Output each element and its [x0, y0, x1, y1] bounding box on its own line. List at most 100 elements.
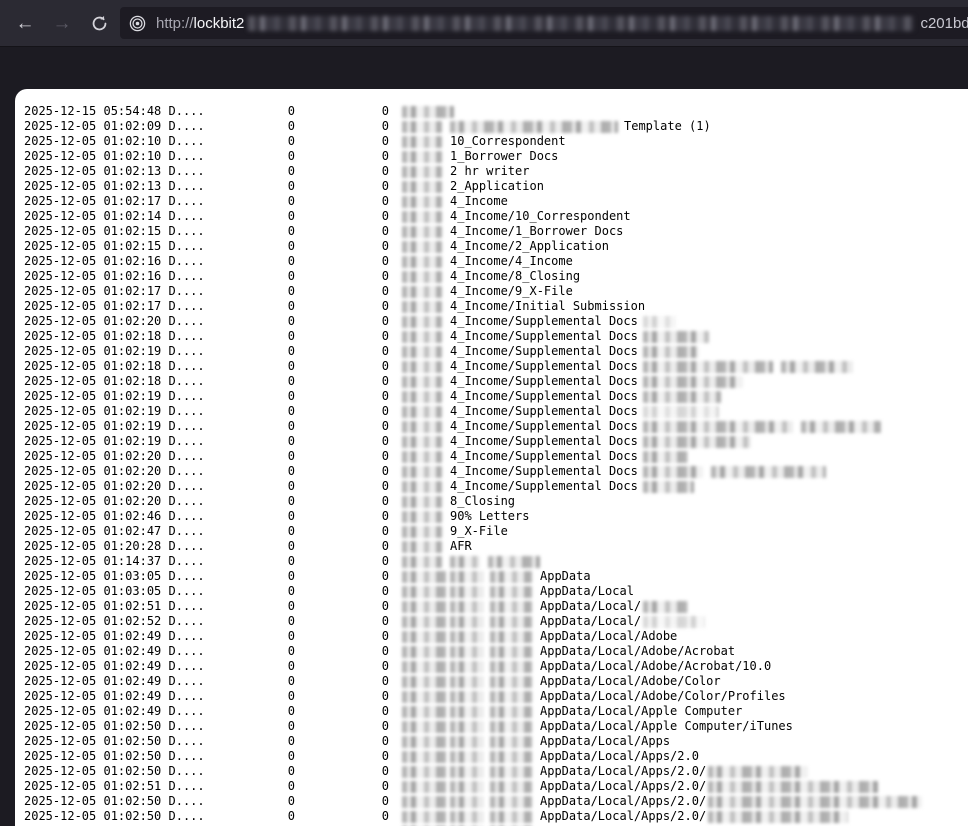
redacted-text	[643, 451, 688, 463]
redacted-text	[450, 676, 484, 688]
row-packed: 0	[300, 434, 389, 449]
redacted-text	[402, 316, 442, 328]
row-name: 90% Letters	[402, 509, 529, 524]
row-name: AppData/Local/Adobe/Acrobat/10.0	[402, 659, 771, 674]
row-datetime-attr: 2025-12-05 01:02:18 D....	[24, 374, 205, 389]
path-text: AppData/Local/Adobe/Acrobat	[540, 644, 735, 659]
row-packed: 0	[300, 149, 389, 164]
row-packed: 0	[300, 539, 389, 554]
row-datetime-attr: 2025-12-05 01:02:14 D....	[24, 209, 205, 224]
redacted-text	[402, 676, 446, 688]
forward-button[interactable]: →	[46, 7, 78, 39]
row-datetime-attr: 2025-12-05 01:02:20 D....	[24, 464, 205, 479]
redacted-text	[490, 781, 532, 793]
row-packed: 0	[300, 164, 389, 179]
row-size: 0	[185, 779, 295, 794]
redacted-text	[643, 316, 676, 328]
path-text: 4_Income/Supplemental Docs	[450, 479, 638, 494]
listing-row: 2025-12-05 01:02:19 D.... 0 0 4_Income/S…	[15, 389, 968, 404]
path-text: AppData	[540, 569, 591, 584]
redacted-text	[643, 361, 773, 373]
path-text: 4_Income/9_X-File	[450, 284, 573, 299]
redacted-text	[643, 466, 703, 478]
row-size: 0	[185, 209, 295, 224]
redacted-text	[402, 376, 442, 388]
listing-row: 2025-12-05 01:14:37 D.... 0 0	[15, 554, 968, 569]
listing-row: 2025-12-05 01:02:47 D.... 0 0 9_X-File	[15, 524, 968, 539]
row-name: AppData/Local/	[402, 599, 688, 614]
back-icon: ←	[16, 14, 35, 33]
redacted-text	[450, 721, 484, 733]
row-name: 4_Income/Supplemental Docs	[402, 389, 721, 404]
row-datetime-attr: 2025-12-05 01:03:05 D....	[24, 569, 205, 584]
row-size: 0	[185, 389, 295, 404]
redacted-text	[450, 646, 484, 658]
redacted-text	[488, 556, 540, 568]
row-datetime-attr: 2025-12-05 01:02:50 D....	[24, 809, 205, 824]
row-name: 4_Income/Supplemental Docs	[402, 404, 719, 419]
path-text: 4_Income/2_Application	[450, 239, 609, 254]
redacted-text	[402, 751, 446, 763]
row-datetime-attr: 2025-12-05 01:02:20 D....	[24, 479, 205, 494]
back-button[interactable]: ←	[9, 7, 41, 39]
row-packed: 0	[300, 779, 389, 794]
path-text: 4_Income/Supplemental Docs	[450, 344, 638, 359]
row-size: 0	[185, 614, 295, 629]
row-packed: 0	[300, 569, 389, 584]
redacted-text	[801, 421, 881, 433]
redacted-text	[402, 301, 442, 313]
row-size: 0	[185, 419, 295, 434]
path-text: AFR	[450, 539, 472, 554]
row-name: 4_Income/1_Borrower Docs	[402, 224, 623, 239]
row-packed: 0	[300, 584, 389, 599]
redacted-text	[402, 601, 446, 613]
redacted-text	[643, 421, 793, 433]
row-packed: 0	[300, 314, 389, 329]
row-packed: 0	[300, 389, 389, 404]
row-packed: 0	[300, 749, 389, 764]
reload-button[interactable]	[83, 7, 115, 39]
redacted-text	[450, 796, 484, 808]
row-packed: 0	[300, 374, 389, 389]
redacted-text	[490, 721, 532, 733]
row-datetime-attr: 2025-12-05 01:02:20 D....	[24, 449, 205, 464]
path-text: Template (1)	[624, 119, 711, 134]
path-text: AppData/Local/Apple Computer/iTunes	[540, 719, 793, 734]
redacted-text	[490, 796, 532, 808]
url-bar[interactable]: http://lockbit2 c201bd9	[120, 7, 968, 39]
row-name: 4_Income/Supplemental Docs	[402, 464, 826, 479]
redacted-text	[643, 481, 694, 493]
row-packed: 0	[300, 299, 389, 314]
row-name: 4_Income/Supplemental Docs	[402, 374, 743, 389]
row-name: 9_X-File	[402, 524, 508, 539]
listing-row: 2025-12-05 01:02:49 D.... 0 0 AppData/Lo…	[15, 644, 968, 659]
redacted-text	[402, 541, 442, 553]
row-size: 0	[185, 284, 295, 299]
row-datetime-attr: 2025-12-05 01:02:10 D....	[24, 134, 205, 149]
row-datetime-attr: 2025-12-05 01:02:15 D....	[24, 239, 205, 254]
row-name: AppData/Local/Apps	[402, 734, 670, 749]
row-name: 4_Income/Supplemental Docs	[402, 314, 676, 329]
listing-row: 2025-12-05 01:02:20 D.... 0 0 4_Income/S…	[15, 479, 968, 494]
redacted-text	[490, 706, 532, 718]
row-packed: 0	[300, 254, 389, 269]
path-text: 4_Income/Supplemental Docs	[450, 449, 638, 464]
redacted-text	[450, 751, 484, 763]
row-name: AppData/Local/Apps/2.0	[402, 749, 699, 764]
redacted-text	[450, 736, 484, 748]
listing-row: 2025-12-05 01:02:13 D.... 0 0 2_Applicat…	[15, 179, 968, 194]
row-size: 0	[185, 434, 295, 449]
row-name: 4_Income/Supplemental Docs	[402, 479, 694, 494]
reload-icon	[91, 15, 108, 32]
row-name: AppData/Local/Apps/2.0/	[402, 809, 848, 824]
listing-row: 2025-12-05 01:02:10 D.... 0 0 1_Borrower…	[15, 149, 968, 164]
row-packed: 0	[300, 689, 389, 704]
redacted-text	[402, 766, 446, 778]
row-size: 0	[185, 704, 295, 719]
row-datetime-attr: 2025-12-05 01:02:18 D....	[24, 329, 205, 344]
redacted-text	[402, 571, 446, 583]
redacted-text	[643, 331, 709, 343]
redacted-text	[402, 361, 442, 373]
row-datetime-attr: 2025-12-05 01:02:49 D....	[24, 704, 205, 719]
path-text: 10_Correspondent	[450, 134, 566, 149]
